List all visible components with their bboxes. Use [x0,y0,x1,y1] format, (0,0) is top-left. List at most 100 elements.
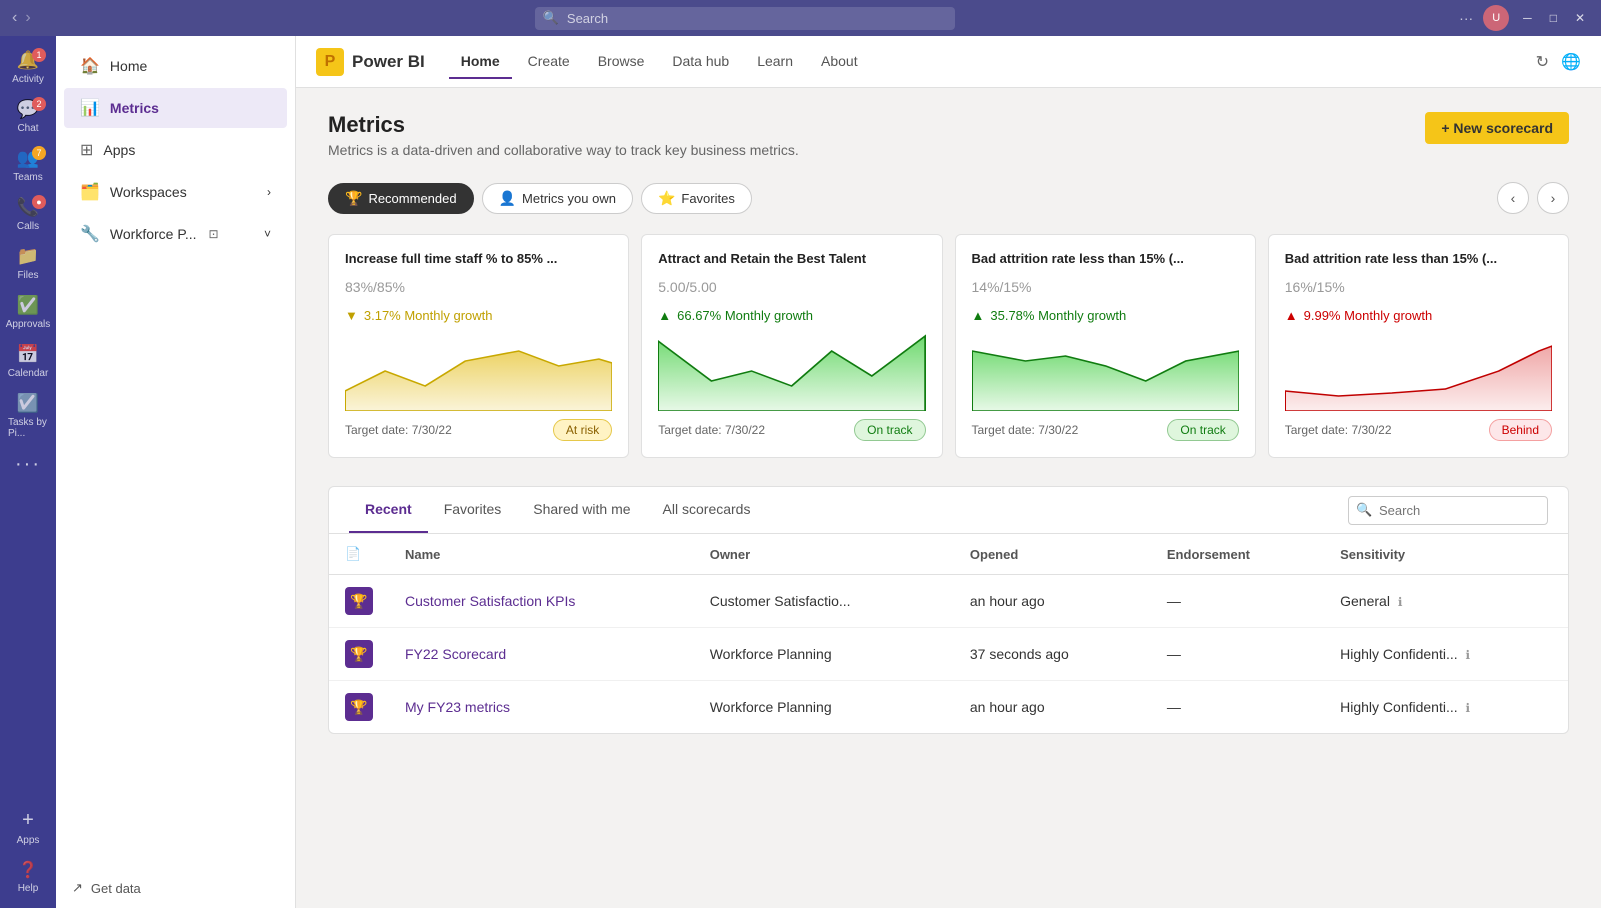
row-2-icon-cell: 🏆 [329,681,389,734]
metric-card-2-growth: ▲ 35.78% Monthly growth [972,308,1239,323]
logo-icon: P [316,48,344,76]
topnav-link-home[interactable]: Home [449,45,512,79]
file-icon: 📄 [345,546,361,561]
scorecard-name-text-0[interactable]: Customer Satisfaction KPIs [405,593,575,609]
rail-label-files: Files [17,270,38,281]
back-btn[interactable]: ‹ [12,9,17,27]
rail-label-teams: Teams [13,172,42,183]
new-scorecard-button[interactable]: + New scorecard [1425,112,1569,144]
row-0-owner: Customer Satisfactio... [694,575,954,628]
rail-item-help[interactable]: ❓ Help [4,854,52,900]
topnav-link-browse[interactable]: Browse [586,45,657,79]
topnav-link-about[interactable]: About [809,45,870,79]
scorecard-tab-all[interactable]: All scorecards [647,487,767,533]
scorecard-tab-recent[interactable]: Recent [349,487,428,533]
maximize-btn[interactable]: □ [1546,11,1561,25]
titlebar-search-input[interactable] [535,7,955,30]
metric-card-1-footer: Target date: 7/30/22 On track [658,419,925,441]
rail-item-activity[interactable]: 🔔 1 Activity [4,44,52,91]
rail: 🔔 1 Activity 💬 2 Chat 👥 7 Teams 📞 ● Call… [0,36,56,908]
activity-badge: 1 [32,48,46,62]
rail-item-files[interactable]: 📁 Files [4,240,52,287]
scorecard-name-2: My FY23 metrics [405,699,678,715]
topnav-link-learn[interactable]: Learn [745,45,805,79]
scorecards-section: Recent Favorites Shared with me All scor… [328,486,1569,734]
metric-card-3-value: 16%/15% [1285,272,1552,298]
scorecard-name-text-1[interactable]: FY22 Scorecard [405,646,506,662]
more-icon: ··· [15,453,41,476]
metric-card-3-title: Bad attrition rate less than 15% (... [1285,251,1552,266]
titlebar-left: ‹ › [12,9,31,27]
scorecards-search-input[interactable] [1348,496,1548,525]
titlebar-right: ··· U ─ □ ✕ [1459,5,1589,31]
metric-card-0-value: 83%/85% [345,272,612,298]
metric-card-2-title: Bad attrition rate less than 15% (... [972,251,1239,266]
carousel-nav: ‹ › [1497,182,1569,214]
row-2-endorsement: — [1151,681,1324,734]
row-2-opened: an hour ago [954,681,1151,734]
scorecards-search-icon: 🔍 [1356,502,1372,518]
th-owner: Owner [694,534,954,575]
row-1-name-cell: FY22 Scorecard [389,628,694,681]
metric-card-1[interactable]: Attract and Retain the Best Talent 5.00/… [641,234,942,458]
scorecard-table-body: 🏆 Customer Satisfaction KPIs Customer Sa… [329,575,1568,734]
sidebar-item-home[interactable]: 🏠 Home [64,46,287,86]
metric-card-3[interactable]: Bad attrition rate less than 15% (... 16… [1268,234,1569,458]
rail-item-add-apps[interactable]: + Apps [4,803,52,852]
carousel-next-btn[interactable]: › [1537,182,1569,214]
sidebar-item-apps[interactable]: ⊞ Apps [64,130,287,170]
avatar[interactable]: U [1483,5,1509,31]
th-name: Name [389,534,694,575]
refresh-icon[interactable]: ↻ [1536,52,1549,72]
topnav-logo: P Power BI [316,48,425,76]
metric-card-2[interactable]: Bad attrition rate less than 15% (... 14… [955,234,1256,458]
rail-item-more[interactable]: ··· [4,447,52,482]
home-icon: 🏠 [80,56,100,76]
filter-tab-favorites[interactable]: ⭐ Favorites [641,183,752,214]
topnav-right: ↻ 🌐 [1536,52,1581,72]
main-area: P Power BI Home Create Browse Data hub L… [296,36,1601,908]
metric-card-0[interactable]: Increase full time staff % to 85% ... 83… [328,234,629,458]
metric-card-2-value: 14%/15% [972,272,1239,298]
sidebar-item-workforce[interactable]: 🔧 Workforce P... ⊡ ˅ [64,214,287,254]
filter-tab-recommended[interactable]: 🏆 Recommended [328,183,474,214]
workforce-chevron: ˅ [264,227,271,241]
row-2-owner: Workforce Planning [694,681,954,734]
sensitivity-info-icon-0: ℹ [1398,595,1403,609]
scorecard-tab-shared[interactable]: Shared with me [517,487,646,533]
rail-item-approvals[interactable]: ✅ Approvals [4,289,52,336]
rail-item-chat[interactable]: 💬 2 Chat [4,93,52,140]
topnav-link-datahub[interactable]: Data hub [660,45,741,79]
sidebar-footer[interactable]: ↗ Get data [56,868,295,908]
scorecard-icon-0: 🏆 [345,587,373,615]
topnav: P Power BI Home Create Browse Data hub L… [296,36,1601,88]
metric-card-2-status: On track [1167,419,1238,441]
rail-item-teams[interactable]: 👥 7 Teams [4,142,52,189]
metric-card-0-footer: Target date: 7/30/22 At risk [345,419,612,441]
scorecard-tab-favorites[interactable]: Favorites [428,487,518,533]
metric-card-2-footer: Target date: 7/30/22 On track [972,419,1239,441]
row-1-opened: 37 seconds ago [954,628,1151,681]
close-btn[interactable]: ✕ [1571,11,1589,25]
row-0-endorsement: — [1151,575,1324,628]
chat-badge: 2 [32,97,46,111]
metric-card-1-growth: ▲ 66.67% Monthly growth [658,308,925,323]
metric-card-1-title: Attract and Retain the Best Talent [658,251,925,266]
rail-item-calls[interactable]: 📞 ● Calls [4,191,52,238]
minimize-btn[interactable]: ─ [1519,11,1536,25]
topnav-link-create[interactable]: Create [516,45,582,79]
sidebar-item-workspaces[interactable]: 🗂️ Workspaces › [64,172,287,212]
metric-card-3-chart [1285,331,1552,411]
globe-icon[interactable]: 🌐 [1561,52,1581,72]
metric-card-1-value: 5.00/5.00 [658,272,925,298]
carousel-prev-btn[interactable]: ‹ [1497,182,1529,214]
more-options-icon[interactable]: ··· [1459,10,1473,26]
rail-item-calendar[interactable]: 📅 Calendar [4,338,52,385]
titlebar: ‹ › 🔍 ··· U ─ □ ✕ [0,0,1601,36]
scorecard-name-text-2[interactable]: My FY23 metrics [405,699,510,715]
sidebar-item-metrics[interactable]: 📊 Metrics [64,88,287,128]
metric-card-1-chart [658,331,925,411]
rail-item-tasks[interactable]: ☑️ Tasks by Pi... [4,387,52,445]
filter-tab-metrics-you-own[interactable]: 👤 Metrics you own [482,183,633,214]
metric-card-2-chart [972,331,1239,411]
